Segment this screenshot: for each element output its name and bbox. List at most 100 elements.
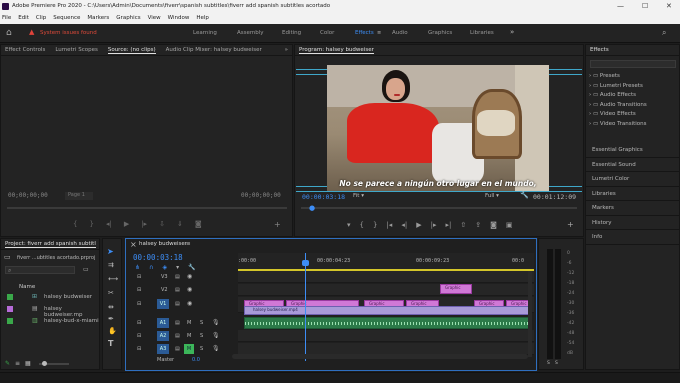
timeline-settings-icon[interactable]: 🔧 [188,264,195,271]
toggle-output-icon[interactable]: ▤ [175,274,180,280]
playhead-icon[interactable]: ● [309,204,315,212]
program-timecode[interactable]: 00:00:03:18 [302,193,345,201]
menu-window[interactable]: Window [168,15,190,24]
effects-search-input[interactable] [590,60,676,68]
panel-markers[interactable]: Markers [586,201,679,216]
folder-presets[interactable]: › ▭ Presets [589,72,647,82]
settings-wrench-icon[interactable]: 🔧 [520,191,529,199]
graphic-clip[interactable]: Graphic [440,284,472,294]
toggle-output-icon[interactable]: ▤ [175,287,180,293]
mark-in-icon[interactable]: { [360,221,364,229]
tab-graphics[interactable]: Graphics [428,30,452,36]
sync-lock-icon[interactable]: ⊟ [137,333,141,339]
tab-effect-controls[interactable]: Effect Controls [5,47,45,53]
project-item[interactable]: ▤ halsey budweiser.mp [1,304,99,318]
track-target-a1[interactable]: A1 [157,318,169,328]
icon-view-icon[interactable]: ▦ [25,360,31,367]
microphone-icon[interactable]: 🎙 [212,332,220,339]
solo-button[interactable]: S [200,333,203,339]
menu-graphics[interactable]: Graphics [116,15,140,24]
panel-essential-graphics[interactable]: Essential Graphics [586,143,679,158]
folder-video-effects[interactable]: › ▭ Video Effects [589,110,647,120]
panel-libraries[interactable]: Libraries [586,187,679,201]
folder-lumetri-presets[interactable]: › ▭ Lumetri Presets [589,82,647,92]
name-column-header[interactable]: Name [19,284,35,290]
solo-left-button[interactable]: S [547,361,550,366]
master-volume-value[interactable]: 0.0 [192,357,200,363]
hand-tool-icon[interactable]: ✋ [108,327,117,335]
sync-lock-icon[interactable]: ⊟ [137,274,141,280]
folder-video-transitions[interactable]: › ▭ Video Transitions [589,120,647,130]
project-search-input[interactable]: ⌕ [5,266,75,274]
go-to-out-icon[interactable]: ▸| [445,221,451,229]
mute-button[interactable]: M [187,333,191,339]
nest-icon[interactable]: ⋔ [135,264,140,271]
quality-select[interactable]: Full ▾ [485,193,499,199]
minimize-button[interactable]: — [617,2,624,10]
system-issues-alert[interactable]: System issues found [40,30,97,36]
export-frame-icon[interactable]: ◙ [490,221,497,229]
tab-menu-icon[interactable]: ≡ [186,241,191,247]
pen-tool-icon[interactable]: ✒ [108,315,114,323]
tab-audio-clip-mixer[interactable]: Audio Clip Mixer: halsey budweiser [166,47,262,53]
close-tab-icon[interactable]: × [130,240,137,249]
eye-icon[interactable]: ◉ [187,273,192,280]
time-ruler[interactable]: :00:00 00:00:04:23 00:00:09:23 00:0 [238,253,534,271]
menu-view[interactable]: View [148,15,161,24]
maximize-button[interactable]: ☐ [642,2,648,10]
timeline-timecode[interactable]: 00:00:03:18 [133,253,183,262]
step-back-icon[interactable]: ◂| [106,220,112,228]
tab-lumetri-scopes[interactable]: Lumetri Scopes [55,47,98,53]
zoom-slider-handle[interactable] [42,361,47,366]
marker-icon[interactable]: ▾ [347,221,351,229]
mute-button-active[interactable]: M [184,344,194,354]
comparison-view-icon[interactable]: ▣ [506,221,513,229]
selection-tool-icon[interactable]: ➤ [107,247,114,256]
solo-right-button[interactable]: S [555,361,558,366]
toggle-output-icon[interactable]: ▤ [175,320,180,326]
vertical-scrollbar[interactable] [528,271,532,357]
eye-icon[interactable]: ◉ [187,300,192,307]
snap-icon[interactable]: ∩ [149,264,153,271]
slip-tool-icon[interactable]: ⇹ [108,303,114,311]
program-scrubber[interactable] [301,207,577,209]
ripple-edit-tool-icon[interactable]: ⟷ [108,275,118,283]
sync-lock-icon[interactable]: ⊟ [137,320,141,326]
project-item[interactable]: ▥ halsey-bud-x-miami [1,316,99,328]
panel-lumetri-color[interactable]: Lumetri Color [586,172,679,187]
source-scrubber[interactable] [7,207,287,209]
insert-icon[interactable]: ⇩ [159,220,165,228]
solo-button[interactable]: S [200,346,203,352]
step-forward-icon[interactable]: |▸ [141,220,147,228]
play-icon[interactable]: ▶ [124,220,129,228]
project-title[interactable]: Project: fiverr add spanish subtitl [5,241,96,248]
menu-help[interactable]: Help [196,15,209,24]
extract-icon[interactable]: ⇪ [475,221,481,229]
playhead-handle-icon[interactable] [302,260,309,266]
toggle-output-icon[interactable]: ▤ [175,333,180,339]
microphone-icon[interactable]: 🎙 [212,319,220,326]
menu-sequence[interactable]: Sequence [53,15,80,24]
track-select-tool-icon[interactable]: ⇉ [108,261,114,269]
menu-clip[interactable]: Clip [36,15,46,24]
tab-color[interactable]: Color [320,30,334,36]
more-panels-icon[interactable]: » [285,47,292,53]
lift-icon[interactable]: ⇧ [460,221,466,229]
folder-audio-effects[interactable]: › ▭ Audio Effects [589,91,647,101]
toggle-output-icon[interactable]: ▤ [175,301,180,307]
play-icon[interactable]: ▶ [416,221,421,229]
playhead-line[interactable] [305,253,306,361]
track-target-a2[interactable]: A2 [157,331,169,341]
home-icon[interactable]: ⌂ [6,28,12,38]
menu-markers[interactable]: Markers [87,15,109,24]
panel-history[interactable]: History [586,216,679,230]
sync-lock-icon[interactable]: ⊟ [137,346,141,352]
audio-clip-a1[interactable] [244,317,532,329]
add-marker-icon[interactable]: ▾ [176,264,179,271]
sync-lock-icon[interactable]: ⊟ [137,301,141,307]
menu-edit[interactable]: Edit [18,15,29,24]
microphone-icon[interactable]: 🎙 [212,345,220,352]
mark-in-icon[interactable]: { [73,220,77,228]
go-to-in-icon[interactable]: |◂ [386,221,392,229]
program-title[interactable]: Program: halsey budweiser [299,47,374,54]
